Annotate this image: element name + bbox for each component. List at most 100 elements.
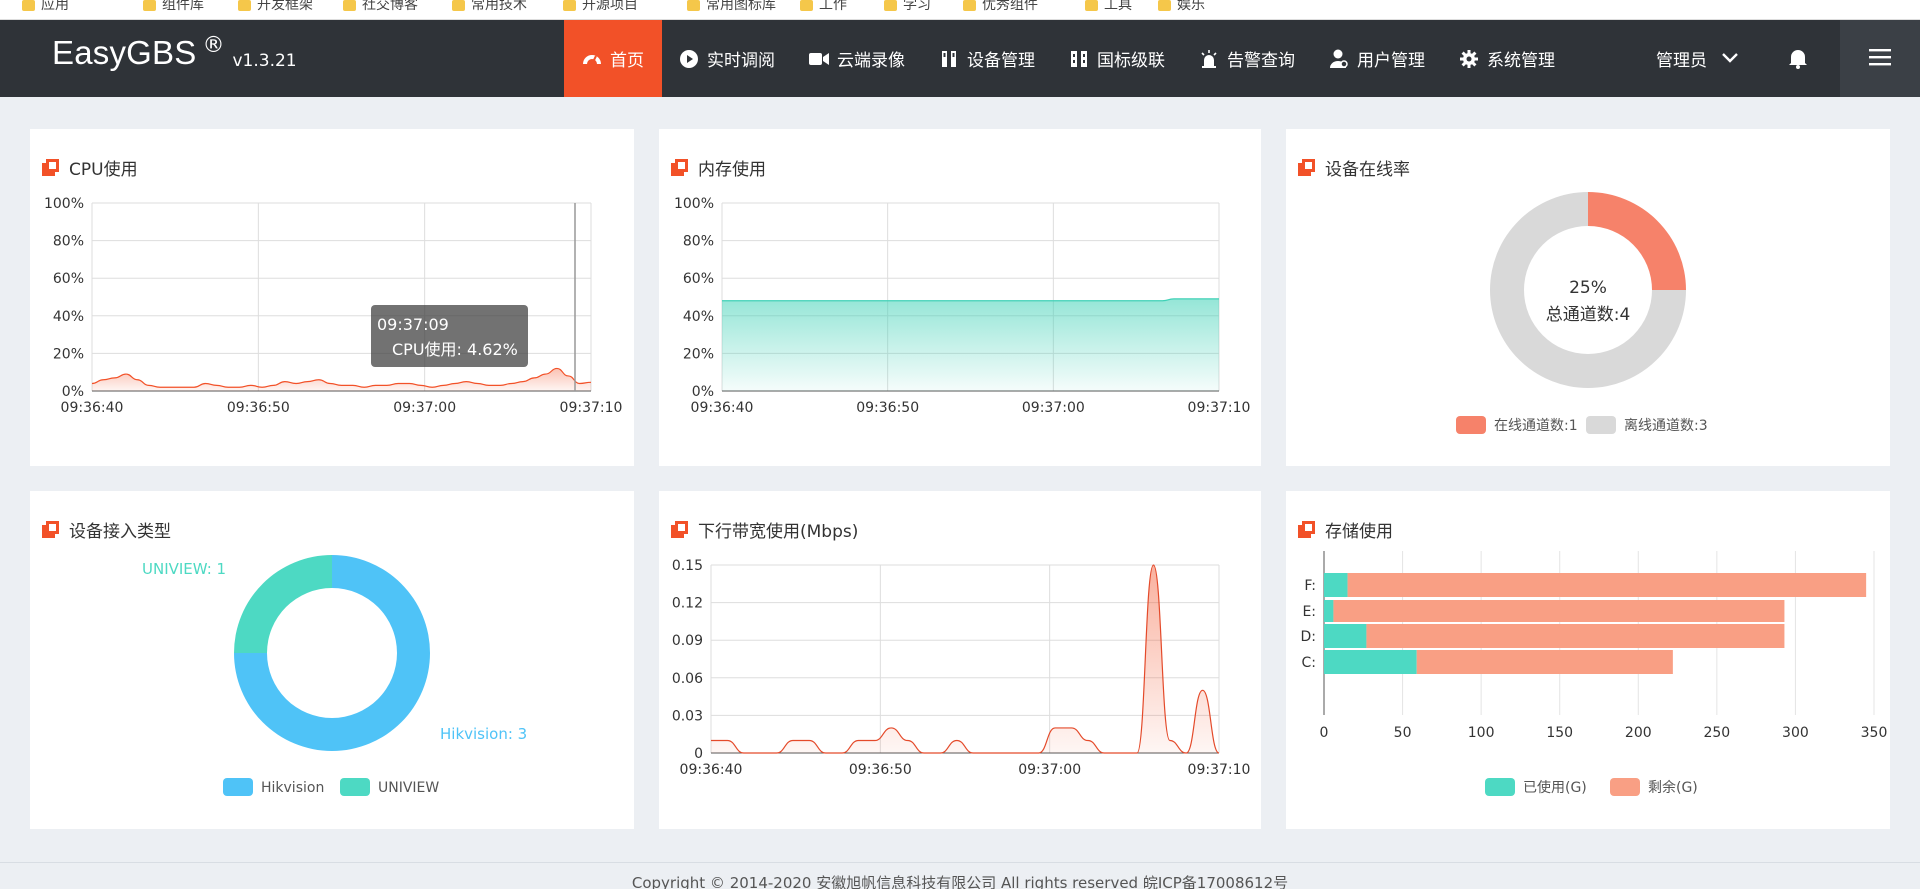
legend-swatch — [1456, 416, 1486, 434]
access-type-donut-chart[interactable]: UNIVIEW: 1 Hikvision: 3 Hikvision UNIVIEW — [30, 491, 634, 829]
main-nav: 首页 实时调阅 云端录像 设备管理 国标级联 告警查询 用户管理 系统管理 — [564, 20, 1572, 97]
bookmark-item[interactable]: 社交博客 — [343, 0, 418, 14]
cpu-chart[interactable]: 0% 20% 40% 60% 80% 100% 09:36:40 09:36:50 09:37:… — [30, 129, 634, 466]
brand-name: EasyGBS — [52, 34, 197, 71]
center-percent: 25% — [1569, 278, 1607, 298]
bookmark-item[interactable]: 常用技术 — [452, 0, 527, 14]
user-icon — [1329, 49, 1349, 69]
x-tick-label: 09:36:40 — [61, 400, 124, 416]
bookmark-item[interactable]: 组件库 — [143, 0, 204, 14]
x-tick-label: 09:36:50 — [227, 400, 290, 416]
y-tick-label: 40% — [683, 309, 714, 325]
series-area — [711, 565, 1219, 753]
x-tick-label: 150 — [1546, 725, 1573, 741]
bar-used — [1324, 650, 1417, 674]
slice-uniview — [234, 555, 332, 653]
online-rate-donut-chart[interactable]: 25% 总通道数:4 在线通道数:1 离线通道数:3 — [1286, 129, 1890, 466]
cascade-icon — [1069, 49, 1089, 69]
video-camera-icon — [809, 49, 829, 69]
x-tick-label: 09:37:10 — [1188, 400, 1251, 416]
y-tick-label: 40% — [53, 309, 84, 325]
bar-free — [1366, 624, 1785, 648]
nav-item-cascade[interactable]: 国标级联 — [1052, 20, 1182, 97]
bandwidth-chart[interactable]: 0 0.03 0.06 0.09 0.12 0.15 09:36:40 09:36:50 09:… — [659, 491, 1261, 829]
tooltip-value: CPU使用: 4.62% — [392, 340, 518, 359]
x-tick-label: 300 — [1782, 725, 1809, 741]
y-tick-label: 0.15 — [672, 558, 703, 574]
copyright-text: Copyright © 2014-2020 安徽旭帆信息科技有限公司 All r… — [631, 874, 1289, 889]
y-tick-label: D: — [1301, 629, 1317, 645]
x-tick-label: 09:36:40 — [680, 762, 743, 778]
nav-item-users[interactable]: 用户管理 — [1312, 20, 1442, 97]
storage-bar-chart[interactable]: 0 50 100 150 200 250 300 350 F: E: D: C: 已使用(G) 剩余(G) — [1286, 491, 1890, 829]
legend-label: Hikvision — [261, 780, 324, 796]
cpu-usage-card: CPU使用 0% 20% 40% 60% 80% 100% 09:36:40 09:36:50… — [30, 129, 634, 466]
x-tick-label: 09:37:10 — [1188, 762, 1251, 778]
y-tick-label: 0% — [692, 384, 714, 400]
nav-item-alarm[interactable]: 告警查询 — [1182, 20, 1312, 97]
nav-item-live[interactable]: 实时调阅 — [662, 20, 792, 97]
bar-free — [1347, 573, 1867, 597]
y-tick-label: C: — [1302, 655, 1317, 671]
series-area — [722, 298, 1219, 391]
bookmarks-bar: 应用 组件库 开发框架 社交博客 常用技术 开源项目 常用图标库 工作 学习 优秀组件 工具 娱乐 — [0, 0, 1920, 20]
footer: Copyright © 2014-2020 安徽旭帆信息科技有限公司 All r… — [0, 862, 1920, 889]
storage-usage-card: 存储使用 0 50 100 150 200 250 300 350 F: E: D: C: 已使用(G)… — [1286, 491, 1890, 829]
center-total: 总通道数:4 — [1546, 305, 1631, 325]
y-tick-label: 0.03 — [672, 708, 703, 724]
chevron-down-icon — [1721, 49, 1739, 69]
nav-item-devices[interactable]: 设备管理 — [922, 20, 1052, 97]
bookmark-item[interactable]: 娱乐 — [1158, 0, 1205, 14]
top-navbar: EasyGBS ® v1.3.21 首页 实时调阅 云端录像 设备管理 国标级联… — [0, 20, 1920, 97]
brand-registered-mark: ® — [202, 33, 225, 58]
x-tick-label: 350 — [1861, 725, 1888, 741]
y-tick-label: 20% — [53, 346, 84, 362]
y-tick-label: 100% — [44, 196, 84, 212]
x-tick-label: 50 — [1394, 725, 1412, 741]
bookmark-item[interactable]: 应用 — [22, 0, 69, 14]
legend-label: 离线通道数:3 — [1624, 417, 1708, 434]
bar-used — [1324, 573, 1348, 597]
bar-used — [1324, 600, 1334, 622]
device-online-rate-card: 设备在线率 25% 总通道数:4 在线通道数:1 离线通道数:3 — [1286, 129, 1890, 466]
legend-swatch — [1610, 778, 1640, 796]
x-tick-label: 09:37:00 — [1018, 762, 1081, 778]
legend-label: UNIVIEW — [378, 780, 439, 796]
legend-label: 剩余(G) — [1648, 779, 1698, 796]
y-tick-label: 100% — [674, 196, 714, 212]
label-hikvision: Hikvision: 3 — [440, 725, 527, 743]
x-tick-label: 200 — [1625, 725, 1652, 741]
y-tick-label: 60% — [53, 271, 84, 287]
memory-chart[interactable]: 0% 20% 40% 60% 80% 100% 09:36:40 09:36:50 09:37:… — [659, 129, 1261, 466]
gear-icon — [1459, 49, 1479, 69]
x-tick-label: 09:37:00 — [393, 400, 456, 416]
device-access-type-card: 设备接入类型 UNIVIEW: 1 Hikvision: 3 Hikvision UN… — [30, 491, 634, 829]
legend-swatch — [1586, 416, 1616, 434]
hamburger-icon — [1869, 48, 1891, 70]
nav-item-system[interactable]: 系统管理 — [1442, 20, 1572, 97]
nav-label-devices: 设备管理 — [967, 51, 1035, 71]
brand-logo[interactable]: EasyGBS ® v1.3.21 — [52, 33, 297, 72]
play-icon — [679, 49, 699, 69]
legend-label: 已使用(G) — [1523, 779, 1587, 796]
bookmark-item[interactable]: 学习 — [884, 0, 931, 14]
memory-usage-card: 内存使用 0% 20% 40% 60% 80% 100% 09:36:40 09:36:50 0… — [659, 129, 1261, 466]
nav-label-system: 系统管理 — [1487, 51, 1555, 71]
bookmark-item[interactable]: 常用图标库 — [687, 0, 776, 14]
user-menu[interactable]: 管理员 — [1656, 20, 1739, 97]
x-tick-label: 09:37:00 — [1022, 400, 1085, 416]
bookmark-item[interactable]: 工作 — [800, 0, 847, 14]
nav-item-cloud-record[interactable]: 云端录像 — [792, 20, 922, 97]
bookmark-item[interactable]: 优秀组件 — [963, 0, 1038, 14]
bell-icon[interactable] — [1788, 47, 1808, 73]
y-tick-label: E: — [1302, 604, 1316, 620]
nav-item-home[interactable]: 首页 — [564, 20, 662, 97]
y-tick-label: F: — [1304, 578, 1316, 594]
nav-label-live: 实时调阅 — [707, 51, 775, 71]
legend-swatch — [223, 778, 253, 796]
bookmark-item[interactable]: 开发框架 — [238, 0, 313, 14]
bookmark-item[interactable]: 开源项目 — [563, 0, 638, 14]
bookmark-item[interactable]: 工具 — [1085, 0, 1132, 14]
hamburger-menu-button[interactable] — [1840, 20, 1920, 97]
nav-label-home: 首页 — [610, 51, 644, 71]
